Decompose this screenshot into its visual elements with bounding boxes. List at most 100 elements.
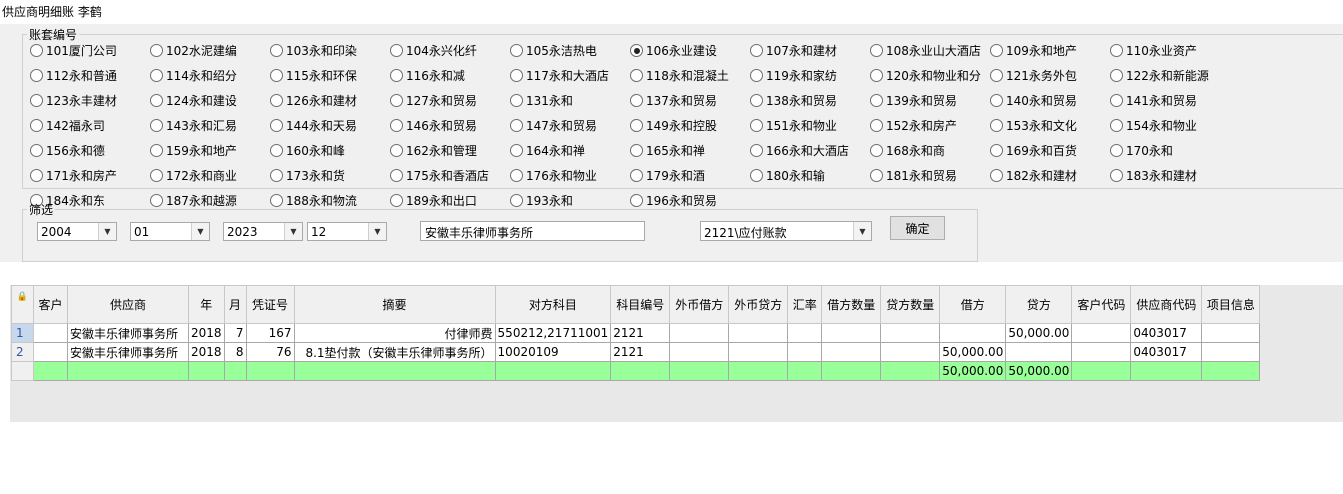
accountset-option[interactable]: 173永和货	[270, 163, 390, 188]
radio-button[interactable]	[30, 44, 43, 57]
accountset-option[interactable]: 162永和管理	[390, 138, 510, 163]
accountset-option[interactable]: 149永和控股	[630, 113, 750, 138]
table-cell[interactable]	[669, 342, 730, 362]
radio-button[interactable]	[750, 94, 763, 107]
accountset-option[interactable]: 102水泥建编	[150, 38, 270, 63]
end-year-select[interactable]: 2023 ▼	[223, 222, 303, 241]
accountset-option[interactable]: 169永和百货	[990, 138, 1110, 163]
table-cell[interactable]	[939, 323, 1007, 343]
column-header[interactable]: 贷方数量	[880, 285, 941, 324]
radio-button[interactable]	[990, 94, 1003, 107]
column-header[interactable]: 项目信息	[1201, 285, 1261, 324]
accountset-option[interactable]: 126永和建材	[270, 88, 390, 113]
table-cell[interactable]: 8	[223, 342, 247, 362]
radio-button[interactable]	[390, 119, 403, 132]
column-header[interactable]: 年	[188, 285, 225, 324]
table-cell[interactable]: 付律师费	[293, 323, 496, 343]
radio-button[interactable]	[510, 69, 523, 82]
accountset-option[interactable]: 124永和建设	[150, 88, 270, 113]
radio-button[interactable]	[1110, 94, 1123, 107]
radio-button[interactable]	[990, 169, 1003, 182]
column-header[interactable]: 供应商代码	[1130, 285, 1203, 324]
accountset-option[interactable]: 112永和普通	[30, 63, 150, 88]
radio-button[interactable]	[270, 169, 283, 182]
accountset-option[interactable]: 171永和房产	[30, 163, 150, 188]
radio-button[interactable]	[150, 119, 163, 132]
chevron-down-icon[interactable]: ▼	[284, 223, 302, 240]
radio-button[interactable]	[150, 144, 163, 157]
radio-button[interactable]	[270, 69, 283, 82]
radio-button[interactable]	[30, 94, 43, 107]
accountset-option[interactable]: 138永和贸易	[750, 88, 870, 113]
column-header[interactable]: 借方数量	[821, 285, 882, 324]
accountset-option[interactable]: 118永和混凝土	[630, 63, 750, 88]
accountset-option[interactable]: 117永和大酒店	[510, 63, 630, 88]
accountset-option[interactable]: 144永和天易	[270, 113, 390, 138]
radio-button[interactable]	[870, 44, 883, 57]
accountset-option[interactable]: 154永和物业	[1110, 113, 1230, 138]
column-header[interactable]: 借方	[939, 285, 1007, 324]
radio-button[interactable]	[750, 169, 763, 182]
table-cell[interactable]	[669, 323, 730, 343]
radio-button[interactable]	[630, 119, 643, 132]
radio-button[interactable]	[270, 94, 283, 107]
accountset-option[interactable]: 123永丰建材	[30, 88, 150, 113]
radio-button[interactable]	[870, 144, 883, 157]
table-cell[interactable]	[1201, 342, 1261, 362]
radio-button[interactable]	[390, 44, 403, 57]
radio-button[interactable]	[510, 94, 523, 107]
radio-button[interactable]	[30, 69, 43, 82]
accountset-option[interactable]: 120永和物业和分	[870, 63, 990, 88]
accountset-option[interactable]: 160永和峰	[270, 138, 390, 163]
accountset-option[interactable]: 152永和房产	[870, 113, 990, 138]
end-month-select[interactable]: 12 ▼	[307, 222, 387, 241]
confirm-button[interactable]: 确定	[890, 216, 945, 240]
row-number[interactable]: 1	[11, 323, 34, 343]
column-header[interactable]: 凭证号	[245, 285, 295, 324]
accountset-option[interactable]: 179永和酒	[630, 163, 750, 188]
radio-button[interactable]	[630, 144, 643, 157]
start-month-select[interactable]: 01 ▼	[130, 222, 210, 241]
chevron-down-icon[interactable]: ▼	[98, 223, 116, 240]
accountset-option[interactable]: 127永和贸易	[390, 88, 510, 113]
table-corner[interactable]: 🔒	[11, 285, 34, 324]
accountset-option[interactable]: 104永兴化纤	[390, 38, 510, 63]
radio-button[interactable]	[390, 144, 403, 157]
accountset-option[interactable]: 170永和	[1110, 138, 1230, 163]
accountset-option[interactable]: 137永和贸易	[630, 88, 750, 113]
radio-button[interactable]	[390, 169, 403, 182]
accountset-option[interactable]: 156永和德	[30, 138, 150, 163]
accountset-option[interactable]: 165永和禅	[630, 138, 750, 163]
accountset-option[interactable]: 105永洁热电	[510, 38, 630, 63]
radio-button[interactable]	[870, 119, 883, 132]
accountset-option[interactable]: 109永和地产	[990, 38, 1110, 63]
radio-button[interactable]	[990, 144, 1003, 157]
table-cell[interactable]: 50,000.00	[939, 342, 1007, 362]
accountset-option[interactable]: 110永业资产	[1110, 38, 1230, 63]
table-cell[interactable]: 2121	[610, 323, 671, 343]
radio-button[interactable]	[150, 94, 163, 107]
accountset-option[interactable]: 175永和香酒店	[390, 163, 510, 188]
radio-button[interactable]	[630, 44, 643, 57]
accountset-option[interactable]: 140永和贸易	[990, 88, 1110, 113]
accountset-option[interactable]: 183永和建材	[1110, 163, 1230, 188]
table-row[interactable]: 1 安徽丰乐律师事务所 2018 7 167 付律师费 550212,21711001 212…	[11, 323, 1261, 343]
accountset-option[interactable]: 142福永司	[30, 113, 150, 138]
chevron-down-icon[interactable]: ▼	[368, 223, 386, 240]
accountset-option[interactable]: 106永业建设	[630, 38, 750, 63]
table-cell[interactable]: 2121	[610, 342, 671, 362]
accountset-option[interactable]: 172永和商业	[150, 163, 270, 188]
table-cell[interactable]: 167	[245, 323, 295, 343]
radio-button[interactable]	[30, 144, 43, 157]
table-cell[interactable]	[821, 323, 882, 343]
radio-button[interactable]	[870, 94, 883, 107]
accountset-option[interactable]: 108永业山大酒店	[870, 38, 990, 63]
table-cell[interactable]: 2018	[188, 342, 225, 362]
column-header[interactable]: 月	[223, 285, 247, 324]
accountset-option[interactable]: 153永和文化	[990, 113, 1110, 138]
accountset-option[interactable]: 146永和贸易	[390, 113, 510, 138]
radio-button[interactable]	[990, 44, 1003, 57]
chevron-down-icon[interactable]: ▼	[191, 223, 209, 240]
radio-button[interactable]	[750, 44, 763, 57]
column-header[interactable]: 汇率	[787, 285, 823, 324]
